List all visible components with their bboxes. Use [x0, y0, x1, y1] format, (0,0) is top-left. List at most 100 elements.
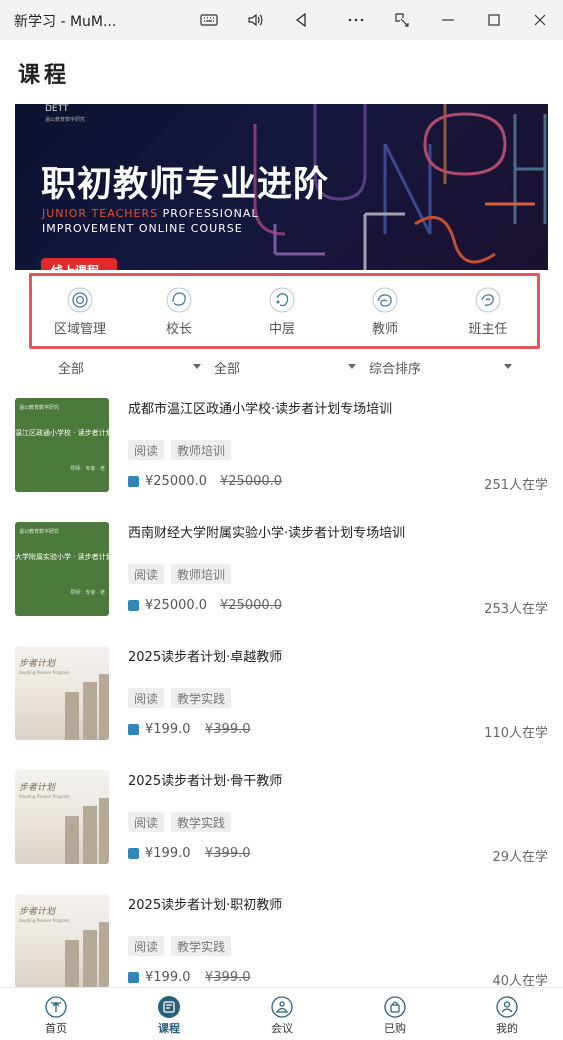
nav-label: 已购: [384, 1022, 406, 1035]
category-teacher[interactable]: 教师: [345, 286, 425, 342]
banner-english-rest: PROFESSIONAL: [158, 207, 259, 220]
banner-logo: DETT: [45, 104, 69, 114]
window-titlebar: 新学习 - MuM...: [0, 0, 563, 40]
banner-tag: 线上课程: [41, 258, 117, 270]
window-title: 新学习 - MuM...: [14, 14, 117, 30]
course-thumbnail: 温公教育数字研究 温江区政通小学校 · 读步者计划专 导师：专家 · 老: [15, 398, 109, 492]
category-label: 教师: [371, 322, 398, 337]
course-original-price: ¥399.0: [205, 970, 251, 985]
category-row: 区域管理 校长 中层 教师 班主任: [29, 273, 540, 349]
nav-label: 我的: [496, 1022, 518, 1035]
course-title: 2025读步者计划·骨干教师: [128, 774, 283, 789]
filter-all-1[interactable]: 全部: [58, 358, 84, 377]
course-original-price: ¥399.0: [205, 846, 251, 861]
course-tag: 阅读: [128, 936, 165, 956]
banner-logo-subtitle: 温公教育数字研究: [45, 117, 86, 123]
meeting-icon: [271, 996, 293, 1018]
course-original-price: ¥25000.0: [220, 474, 283, 489]
price-icon: [128, 848, 139, 859]
course-tag: 阅读: [128, 812, 165, 832]
maximize-icon[interactable]: [479, 6, 509, 34]
category-label: 区域管理: [53, 322, 106, 337]
app-header: 课程: [0, 40, 563, 102]
category-class-teacher[interactable]: 班主任: [448, 286, 528, 342]
promo-banner[interactable]: DETT 温公教育数字研究 职初教师专业进阶 JUNIOR TEACHERS P…: [15, 104, 548, 270]
course-thumbnail: 步者计划 Reading Pioneer Program: [15, 894, 109, 988]
purchased-icon: [384, 996, 406, 1018]
nav-home[interactable]: 首页: [16, 996, 96, 1036]
bookshelf: [83, 682, 97, 740]
price-icon: [128, 600, 139, 611]
category-principal[interactable]: 校长: [139, 286, 219, 342]
course-title: 成都市温江区政通小学校·读步者计划专场培训: [128, 402, 393, 417]
category-region-management[interactable]: 区域管理: [40, 286, 120, 342]
more-icon[interactable]: [341, 6, 371, 34]
filter-1-dropdown-icon[interactable]: [193, 364, 201, 369]
bottom-nav: 首页 课程 会议 已购 我的: [0, 987, 563, 1040]
nav-meeting[interactable]: 会议: [242, 996, 322, 1036]
thumb-small-text: 温公教育数字研究: [19, 405, 60, 411]
category-middle-level[interactable]: 中层: [242, 286, 322, 342]
volume-icon[interactable]: [240, 6, 270, 34]
nav-purchased[interactable]: 已购: [355, 996, 435, 1036]
bookshelf: [99, 922, 109, 988]
course-price: ¥199.0: [145, 722, 191, 737]
snip-icon[interactable]: [387, 6, 417, 34]
category-label: 班主任: [468, 322, 508, 337]
banner-english-line2: IMPROVEMENT ONLINE COURSE: [42, 222, 243, 235]
course-item[interactable]: 温公教育数字研究 大学附属实验小学 · 读步者计划专 导师：专家 · 老 西南财…: [0, 522, 563, 646]
course-learners: 253人在学: [484, 602, 548, 617]
close-icon[interactable]: [525, 6, 555, 34]
profile-icon: [496, 996, 518, 1018]
price-icon: [128, 476, 139, 487]
home-icon: [45, 996, 67, 1018]
region-icon: [67, 287, 93, 313]
course-tag: 阅读: [128, 688, 165, 708]
filter-2-dropdown-icon[interactable]: [348, 364, 356, 369]
course-price: ¥199.0: [145, 846, 191, 861]
minimize-icon[interactable]: [433, 6, 463, 34]
course-thumbnail: 步者计划 Reading Pioneer Program: [15, 646, 109, 740]
nav-profile[interactable]: 我的: [467, 996, 547, 1036]
filter-3-dropdown-icon[interactable]: [504, 364, 512, 369]
course-original-price: ¥399.0: [205, 722, 251, 737]
course-tag: 教师培训: [171, 564, 232, 584]
course-tag: 教学实践: [171, 936, 232, 956]
teacher-icon: [372, 287, 398, 313]
nav-label: 首页: [45, 1022, 67, 1035]
bookshelf: [65, 692, 79, 740]
course-thumbnail: 温公教育数字研究 大学附属实验小学 · 读步者计划专 导师：专家 · 老: [15, 522, 109, 616]
course-title: 西南财经大学附属实验小学·读步者计划专场培训: [128, 526, 406, 541]
course-learners: 251人在学: [484, 478, 548, 493]
thumb-foot-text: 导师：专家 · 老: [70, 590, 105, 596]
back-icon[interactable]: [286, 6, 316, 34]
middle-level-icon: [269, 287, 295, 313]
course-tag: 教学实践: [171, 812, 232, 832]
keyboard-icon[interactable]: [194, 6, 224, 34]
course-tag: 教学实践: [171, 688, 232, 708]
course-icon: [158, 996, 180, 1018]
course-tag: 阅读: [128, 440, 165, 460]
bookshelf: [83, 806, 97, 864]
course-price: ¥199.0: [145, 970, 191, 985]
course-item[interactable]: 温公教育数字研究 温江区政通小学校 · 读步者计划专 导师：专家 · 老 成都市…: [0, 398, 563, 522]
thumb-text: 步者计划: [19, 907, 56, 917]
banner-english-highlight: JUNIOR TEACHERS: [42, 207, 159, 220]
course-learners: 29人在学: [492, 850, 548, 865]
thumb-sub-text: Reading Pioneer Program: [19, 670, 70, 675]
nav-label: 课程: [158, 1022, 180, 1035]
bookshelf: [83, 930, 97, 988]
thumb-sub-text: Reading Pioneer Program: [19, 794, 70, 799]
course-item[interactable]: 步者计划 Reading Pioneer Program 2025读步者计划·卓…: [0, 646, 563, 770]
filter-sort[interactable]: 综合排序: [369, 358, 421, 377]
banner-english-line1: JUNIOR TEACHERS PROFESSIONAL: [42, 207, 259, 220]
nav-course[interactable]: 课程: [129, 996, 209, 1036]
course-item[interactable]: 步者计划 Reading Pioneer Program 2025读步者计划·骨…: [0, 770, 563, 894]
thumb-text: 温江区政通小学校 · 读步者计划专: [15, 429, 109, 437]
thumb-text: 步者计划: [19, 783, 56, 793]
course-tag: 教师培训: [171, 440, 232, 460]
bookshelf: [99, 798, 109, 864]
principal-icon: [166, 287, 192, 313]
course-title: 2025读步者计划·职初教师: [128, 898, 283, 913]
filter-all-2[interactable]: 全部: [214, 358, 240, 377]
